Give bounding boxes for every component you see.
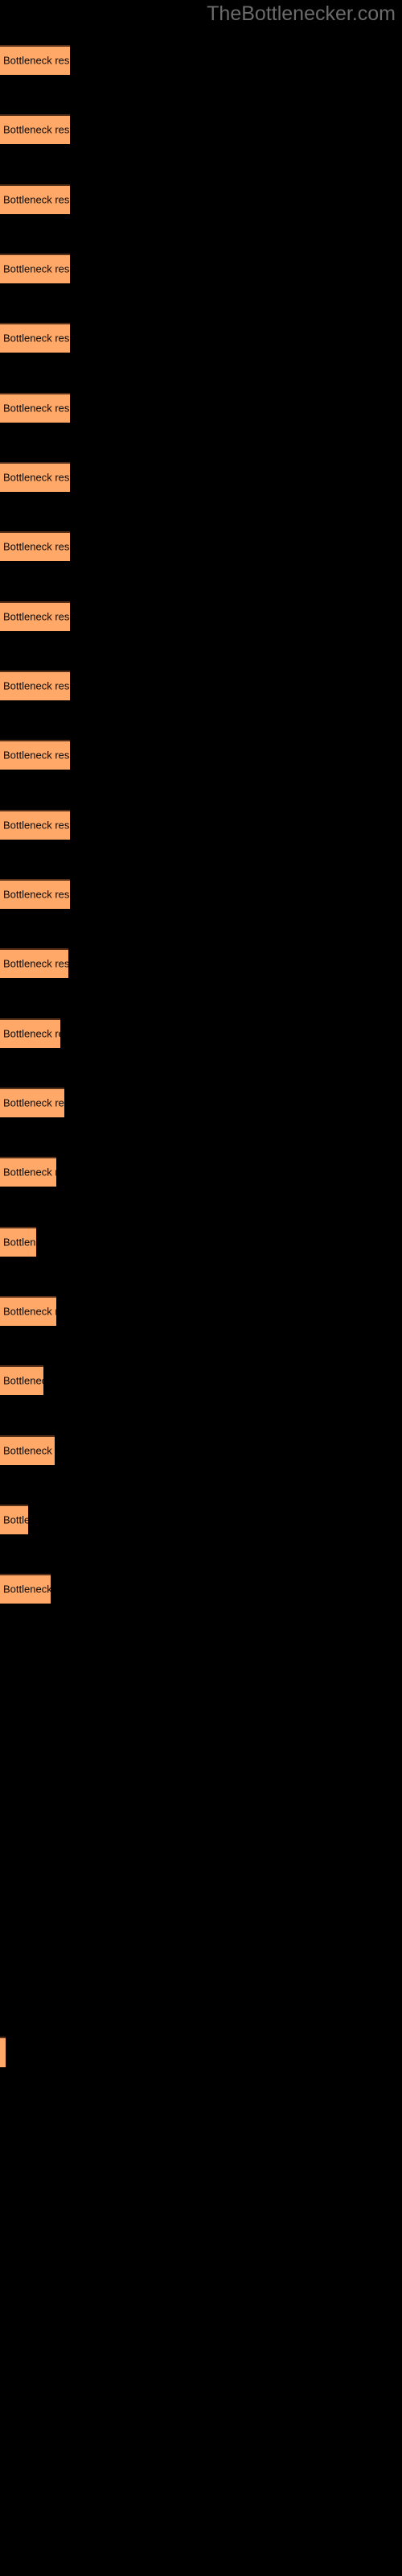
bar-label-clip: Bottleneck result [0,393,70,423]
bar-label: Bottleneck result [3,54,70,66]
bar-label-clip: Bottleneck result [0,879,70,909]
bar-row[interactable]: Bottleneck result [0,1365,402,1395]
bar-label-clip: Bottleneck result [0,1435,55,1465]
bar-label-clip: Bottleneck result [0,1574,51,1604]
bar-row[interactable]: Bottleneck result [0,1505,402,1534]
bar-row[interactable]: Bottleneck result [0,114,402,144]
bar-label-clip: Bottleneck result [0,254,70,283]
bar-label: Bottleneck result [3,1166,56,1178]
bar-label-clip: Bottleneck result [0,1018,60,1048]
bar-row[interactable]: Bottleneck result [0,879,402,909]
bar-label: Bottleneck result [3,1027,60,1039]
bar-label: Bottleneck result [3,1374,43,1386]
bar-label-clip: Bottleneck result [0,45,70,75]
bar-row[interactable]: Bottleneck result [0,1157,402,1187]
bar-label-clip: Bottleneck result [0,114,70,144]
bar-row[interactable]: Bottleneck result [0,1435,402,1465]
bar-label-clip: Bottleneck result [0,184,70,214]
bar-label-clip: Bottleneck result [0,1365,43,1395]
bar-row[interactable]: Bottleneck result [0,462,402,492]
bar-label-clip: Bottleneck result [0,1157,56,1187]
bar-label: Bottleneck result [3,1444,55,1456]
bar-row[interactable]: Bottleneck result [0,45,402,75]
bar-row[interactable]: Bottleneck result [0,1296,402,1326]
bar-row[interactable]: Bottleneck result [0,1088,402,1117]
bar-row[interactable]: Bottleneck result [0,531,402,561]
bar-label: Bottleneck result [3,957,68,969]
bar-label: Bottleneck result [3,540,70,552]
bar-label-clip [0,2037,6,2067]
bar-label: Bottleneck result [3,1236,36,1248]
bar-label: Bottleneck result [3,1583,51,1595]
bar-label: Bottleneck result [3,123,70,135]
bar-label: Bottleneck result [3,402,70,414]
bar-label-clip: Bottleneck result [0,1296,56,1326]
bar-row[interactable] [0,2037,402,2067]
bar-label: Bottleneck result [3,1513,28,1525]
bar-row[interactable]: Bottleneck result [0,810,402,840]
bar-label-clip: Bottleneck result [0,1505,28,1534]
bar-row[interactable]: Bottleneck result [0,393,402,423]
bar-label: Bottleneck result [3,888,70,900]
bar-label-clip: Bottleneck result [0,671,70,700]
bar-label-clip: Bottleneck result [0,1088,64,1117]
bar-row[interactable]: Bottleneck result [0,948,402,978]
bar-row[interactable]: Bottleneck result [0,254,402,283]
bar-row[interactable]: Bottleneck result [0,671,402,700]
bar-label: Bottleneck result [3,193,70,205]
bar-label-clip: Bottleneck result [0,810,70,840]
bottleneck-chart: TheBottlenecker.com Bottleneck resultBot… [0,0,402,2576]
bar-label-clip: Bottleneck result [0,1227,36,1257]
bar-label-clip: Bottleneck result [0,323,70,353]
bar-label: Bottleneck result [3,471,70,483]
bar-label: Bottleneck result [3,332,70,344]
bar-label-clip: Bottleneck result [0,462,70,492]
bar-row[interactable]: Bottleneck result [0,601,402,631]
bar-row[interactable]: Bottleneck result [0,1574,402,1604]
bar-row[interactable]: Bottleneck result [0,323,402,353]
bar-label-clip: Bottleneck result [0,531,70,561]
bar-row[interactable]: Bottleneck result [0,184,402,214]
bar-label: Bottleneck result [3,679,70,691]
bar-row[interactable]: Bottleneck result [0,1018,402,1048]
bar-label: Bottleneck result [3,749,70,761]
bar-label: Bottleneck result [3,1305,56,1317]
bar-label: Bottleneck result [3,610,70,622]
plot-area: Bottleneck result Bottleneck result Bottle… [0,0,402,2576]
bar-label-clip: Bottleneck result [0,948,68,978]
bar-label: Bottleneck result [3,819,70,831]
bar-label: Bottleneck result [3,1096,64,1108]
bar-label-clip: Bottleneck result [0,601,70,631]
bar-row[interactable]: Bottleneck result [0,1227,402,1257]
bar-label: Bottleneck result [3,262,70,275]
bar-label-clip: Bottleneck result [0,740,70,770]
bar-row[interactable]: Bottleneck result [0,740,402,770]
